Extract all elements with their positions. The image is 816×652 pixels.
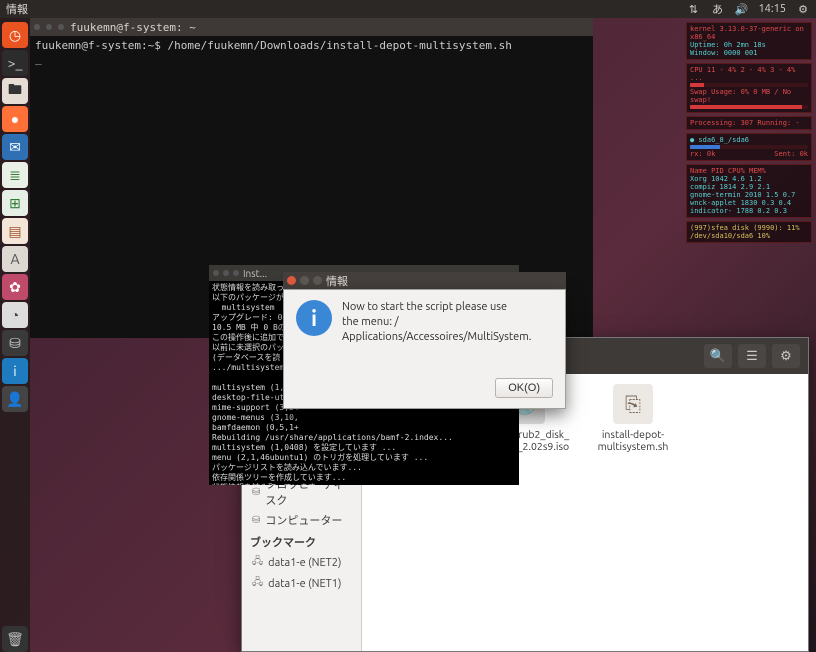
volume-icon[interactable]: 🔊 <box>734 2 748 16</box>
sysmon-proc: Processing: 307 Running: - <box>686 116 812 130</box>
network-icon[interactable]: ⇅ <box>686 2 700 16</box>
launcher-firefox[interactable]: ● <box>2 106 28 132</box>
term-dot-2 <box>46 24 52 30</box>
sysmon-kernel: kernel 3.13.0-37-generic on x86_64 Uptim… <box>686 22 812 60</box>
terminal-title: fuukemn@f-system: ~ <box>70 21 196 34</box>
sidebar-item-label: data1-e (NET1) <box>268 578 341 590</box>
launcher-settings[interactable]: ✿ <box>2 274 28 300</box>
terminal-cursor: _ <box>35 52 42 65</box>
fm-menu-button[interactable]: ⚙ <box>772 344 800 368</box>
launcher-ubuntu-button[interactable]: ◷ <box>2 22 28 48</box>
maximize-icon[interactable] <box>313 276 322 285</box>
launcher-disks[interactable]: ⛁ <box>2 330 28 356</box>
gear-icon[interactable]: ⚙ <box>796 2 810 16</box>
close-icon[interactable] <box>287 276 296 285</box>
file-item[interactable]: ⎘ install-depot-multisystem.sh <box>588 384 678 452</box>
sysmon-disk: (997)sfea disk (9990): 11% /dev/sda10/sd… <box>686 221 812 243</box>
sidebar-item-label: data1-e (NET2) <box>268 557 341 569</box>
sidebar-item-device[interactable]: ⛁ コンピューター <box>242 510 361 530</box>
list-icon: ☰ <box>746 349 758 364</box>
launcher-libreoffice-impress[interactable]: ▤ <box>2 218 28 244</box>
bookmark-icon: 🖧 <box>252 554 263 571</box>
device-icon: ⛁ <box>252 514 260 526</box>
top-panel: 情報 ⇅ あ 🔊 14:15 ⚙ <box>0 0 816 18</box>
launcher: ◷>_🖿●✉≣⊞▤A✿◔⛁i👤 🗑 <box>0 18 30 652</box>
proc-row: compiz 1814 2.9 2.1 <box>690 183 808 191</box>
gear-icon: ⚙ <box>780 349 792 364</box>
term-dot-3 <box>58 24 64 30</box>
dialog-title-text: 情報 <box>326 273 348 289</box>
sidebar-heading-bookmarks: ブックマーク <box>242 530 361 552</box>
search-icon: 🔍 <box>710 349 726 364</box>
launcher-info[interactable]: i <box>2 358 28 384</box>
launcher-clock[interactable]: ◔ <box>2 302 28 328</box>
script-icon: ⎘ <box>613 384 653 424</box>
launcher-trash[interactable]: 🗑 <box>2 626 28 652</box>
sysmon-procs: Name PID CPU% MEM% Xorg 1042 4.6 1.2comp… <box>686 164 812 218</box>
term-dot-1 <box>34 24 40 30</box>
launcher-software-center[interactable]: A <box>2 246 28 272</box>
file-label: install-depot-multisystem.sh <box>588 428 678 452</box>
device-icon: ⛁ <box>252 486 260 498</box>
proc-row: Xorg 1042 4.6 1.2 <box>690 175 808 183</box>
terminal-command: /home/fuukemn/Downloads/install-depot-mu… <box>161 39 512 52</box>
language-icon[interactable]: あ <box>710 2 724 16</box>
ok-button[interactable]: OK(O) <box>495 378 553 398</box>
sidebar-item-bookmark[interactable]: 🖧 data1-e (NET1) <box>242 573 361 594</box>
terminal-body[interactable]: fuukemn@f-system:~$ /home/fuukemn/Downlo… <box>30 36 593 68</box>
terminal-prompt: fuukemn@f-system:~$ <box>35 39 161 52</box>
app-title: 情報 <box>6 1 28 17</box>
sysmon-cpu: CPU 11 - 4% 2 - 4% 3 - 4% ... Swap Usage… <box>686 63 812 113</box>
minimize-icon[interactable] <box>300 276 309 285</box>
info-dialog: i Now to start the script please use the… <box>283 289 566 409</box>
install-terminal-title: Inst... <box>243 268 267 279</box>
launcher-lamp[interactable]: 👤 <box>2 386 28 412</box>
proc-row: indicator- 1788 0.2 0.3 <box>690 207 808 215</box>
launcher-terminal[interactable]: >_ <box>2 50 28 76</box>
launcher-files[interactable]: 🖿 <box>2 78 28 104</box>
dialog-text: Now to start the script please use the m… <box>342 300 553 345</box>
clock-time[interactable]: 14:15 <box>758 3 786 15</box>
fm-search-button[interactable]: 🔍 <box>704 344 732 368</box>
terminal-titlebar[interactable]: fuukemn@f-system: ~ <box>30 18 593 36</box>
launcher-libreoffice-calc[interactable]: ⊞ <box>2 190 28 216</box>
dialog-titlebar[interactable]: 情報 <box>283 272 566 289</box>
sysmon-net: ● sda6_8_/sda6 rx: 0k Sent: 0k <box>686 133 812 161</box>
bookmark-icon: 🖧 <box>252 575 263 592</box>
sidebar-item-bookmark[interactable]: 🖧 data1-e (NET2) <box>242 552 361 573</box>
proc-row: wnck-applet 1830 0.3 0.4 <box>690 199 808 207</box>
launcher-thunderbird[interactable]: ✉ <box>2 134 28 160</box>
sidebar-item-label: コンピューター <box>265 512 342 528</box>
proc-row: gnome-termin 2010 1.5 0.7 <box>690 191 808 199</box>
fm-view-button[interactable]: ☰ <box>738 344 766 368</box>
system-monitor-panel: kernel 3.13.0-37-generic on x86_64 Uptim… <box>686 22 812 246</box>
info-icon: i <box>296 300 332 336</box>
launcher-libreoffice-writer[interactable]: ≣ <box>2 162 28 188</box>
